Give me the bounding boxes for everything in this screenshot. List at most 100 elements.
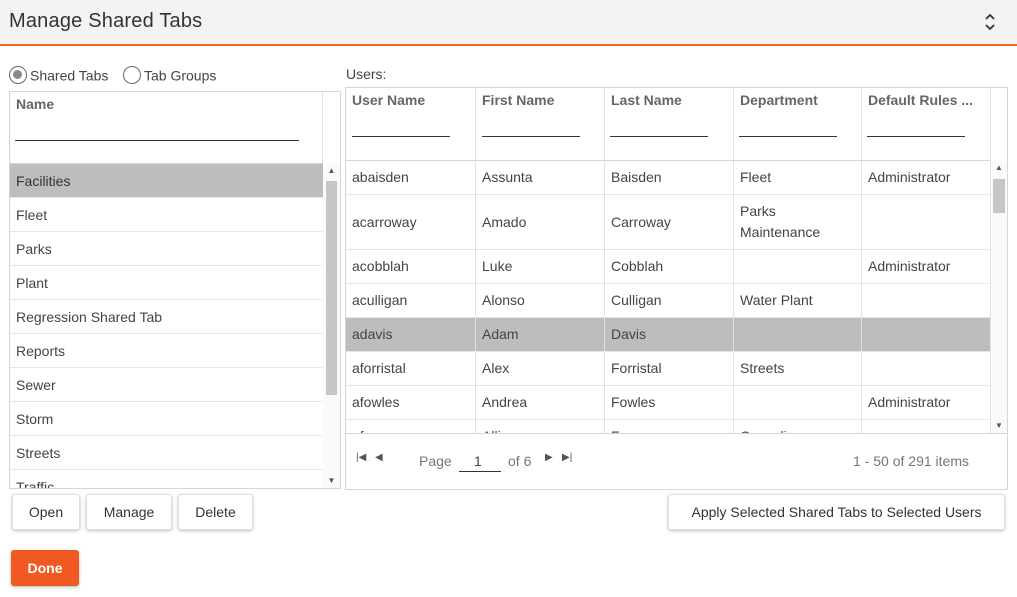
cell-default-rules: Administrator bbox=[862, 161, 991, 194]
scroll-up-icon[interactable]: ▲ bbox=[323, 166, 340, 175]
table-row[interactable]: abaisden Assunta Baisden Fleet Administrator bbox=[346, 161, 991, 195]
cell-first-name: Alonso bbox=[476, 284, 605, 317]
cell-user-name: abaisden bbox=[346, 161, 476, 194]
cell-last-name: Fowles bbox=[605, 386, 734, 419]
cell-user-name: acarroway bbox=[346, 195, 476, 249]
list-item[interactable]: Reports bbox=[10, 334, 323, 368]
radio-tab-groups[interactable]: Tab Groups bbox=[123, 66, 216, 85]
next-page-icon[interactable]: ▶ bbox=[545, 452, 553, 463]
scroll-down-icon[interactable]: ▼ bbox=[323, 476, 340, 485]
cell-first-name: Alex bbox=[476, 352, 605, 385]
column-header-first-name[interactable]: First Name bbox=[476, 88, 605, 161]
list-item[interactable]: Plant bbox=[10, 266, 323, 300]
table-row[interactable]: acarroway Amado Carroway Parks Maintenance bbox=[346, 195, 991, 250]
cell-user-name: acobblah bbox=[346, 250, 476, 283]
done-button[interactable]: Done bbox=[11, 550, 79, 586]
column-header-last-name[interactable]: Last Name bbox=[605, 88, 734, 161]
expand-collapse-icon[interactable] bbox=[980, 10, 1000, 34]
left-scrollbar[interactable]: ▲ ▼ bbox=[323, 164, 340, 488]
cell-department: Streets bbox=[734, 352, 862, 385]
cell-first-name: Amado bbox=[476, 195, 605, 249]
cell-department: Fleet bbox=[734, 161, 862, 194]
page-count-label: of 6 bbox=[508, 453, 532, 469]
dialog-title: Manage Shared Tabs bbox=[9, 10, 203, 32]
shared-tabs-grid-header: Name bbox=[10, 92, 323, 164]
list-item[interactable]: Sewer bbox=[10, 368, 323, 402]
radio-checked-icon bbox=[9, 66, 27, 85]
cell-department: Parks Maintenance bbox=[734, 195, 862, 249]
scroll-up-icon[interactable]: ▲ bbox=[991, 163, 1007, 172]
radio-shared-tabs-label: Shared Tabs bbox=[30, 67, 109, 84]
list-item[interactable]: Storm bbox=[10, 402, 323, 436]
scroll-down-icon[interactable]: ▼ bbox=[991, 421, 1007, 430]
last-page-icon[interactable]: ▶| bbox=[562, 452, 572, 463]
cell-last-name: Carroway bbox=[605, 195, 734, 249]
cell-default-rules bbox=[862, 284, 991, 317]
list-item[interactable]: Facilities bbox=[10, 164, 323, 198]
cell-default-rules: Administrator bbox=[862, 250, 991, 283]
cell-default-rules: Administrator bbox=[862, 386, 991, 419]
cell-first-name: Andrea bbox=[476, 386, 605, 419]
cell-user-name: afowles bbox=[346, 386, 476, 419]
cell-first-name: Adam bbox=[476, 318, 605, 351]
cell-user-name: aforristal bbox=[346, 352, 476, 385]
cell-last-name: Cobblah bbox=[605, 250, 734, 283]
cell-default-rules bbox=[862, 195, 991, 249]
apply-shared-tabs-button[interactable]: Apply Selected Shared Tabs to Selected U… bbox=[668, 494, 1005, 530]
table-row[interactable]: aculligan Alonso Culligan Water Plant bbox=[346, 284, 991, 318]
cell-default-rules bbox=[862, 318, 991, 351]
shared-tabs-grid: Name Facilities Fleet Parks Plant Regression… bbox=[9, 91, 341, 489]
users-scrollbar-thumb[interactable] bbox=[993, 179, 1005, 213]
name-filter-input[interactable] bbox=[15, 140, 299, 141]
column-header-department-label: Department bbox=[740, 92, 818, 108]
delete-button[interactable]: Delete bbox=[178, 494, 253, 530]
list-item[interactable]: Regression Shared Tab bbox=[10, 300, 323, 334]
open-button[interactable]: Open bbox=[12, 494, 80, 530]
default-rules-filter-input[interactable] bbox=[867, 136, 965, 137]
page-label: Page bbox=[419, 453, 452, 469]
cell-user-name: adavis bbox=[346, 318, 476, 351]
users-grid-header: User Name First Name Last Name Departmen… bbox=[346, 88, 991, 161]
first-page-icon[interactable]: |◀ bbox=[356, 452, 366, 463]
cell-department: Conveli bbox=[734, 420, 862, 433]
list-item[interactable]: Streets bbox=[10, 436, 323, 470]
cell-last-name: Culligan bbox=[605, 284, 734, 317]
radio-shared-tabs[interactable]: Shared Tabs bbox=[9, 66, 109, 85]
column-header-default-rules[interactable]: Default Rules ... bbox=[862, 88, 991, 161]
cell-user-name: aculligan bbox=[346, 284, 476, 317]
table-row[interactable]: acobblah Luke Cobblah Administrator bbox=[346, 250, 991, 284]
dialog-header: Manage Shared Tabs bbox=[0, 0, 1017, 46]
last-name-filter-input[interactable] bbox=[610, 136, 708, 137]
page-number-input[interactable] bbox=[459, 450, 501, 472]
column-header-name[interactable]: Name bbox=[16, 96, 54, 112]
cell-department bbox=[734, 250, 862, 283]
column-header-user-name-label: User Name bbox=[352, 92, 426, 108]
list-item[interactable]: Parks bbox=[10, 232, 323, 266]
previous-page-icon[interactable]: ◀ bbox=[375, 452, 383, 463]
users-pager: |◀ ◀ Page of 6 ▶ ▶| 1 - 50 of 291 items bbox=[346, 433, 1007, 489]
table-row[interactable]: afrAllisFrConveli bbox=[346, 420, 991, 433]
column-header-user-name[interactable]: User Name bbox=[346, 88, 476, 161]
list-item[interactable]: Fleet bbox=[10, 198, 323, 232]
department-filter-input[interactable] bbox=[739, 136, 837, 137]
manage-button[interactable]: Manage bbox=[86, 494, 172, 530]
cell-last-name: Fr bbox=[605, 420, 734, 433]
column-header-default-rules-label: Default Rules ... bbox=[868, 92, 974, 108]
users-grid: User Name First Name Last Name Departmen… bbox=[345, 87, 1008, 490]
left-scrollbar-thumb[interactable] bbox=[326, 181, 337, 395]
table-row[interactable]: adavis Adam Davis bbox=[346, 318, 991, 352]
first-name-filter-input[interactable] bbox=[482, 136, 580, 137]
column-header-first-name-label: First Name bbox=[482, 92, 555, 108]
column-header-last-name-label: Last Name bbox=[611, 92, 682, 108]
cell-first-name: Assunta bbox=[476, 161, 605, 194]
list-item[interactable]: Traffic bbox=[10, 470, 323, 488]
cell-first-name: Allis bbox=[476, 420, 605, 433]
users-scrollbar[interactable]: ▲ ▼ bbox=[991, 161, 1007, 433]
table-row[interactable]: afowles Andrea Fowles Administrator bbox=[346, 386, 991, 420]
cell-first-name: Luke bbox=[476, 250, 605, 283]
users-label: Users: bbox=[346, 66, 387, 82]
cell-last-name: Forristal bbox=[605, 352, 734, 385]
table-row[interactable]: aforristal Alex Forristal Streets bbox=[346, 352, 991, 386]
column-header-department[interactable]: Department bbox=[734, 88, 862, 161]
user-name-filter-input[interactable] bbox=[352, 136, 450, 137]
